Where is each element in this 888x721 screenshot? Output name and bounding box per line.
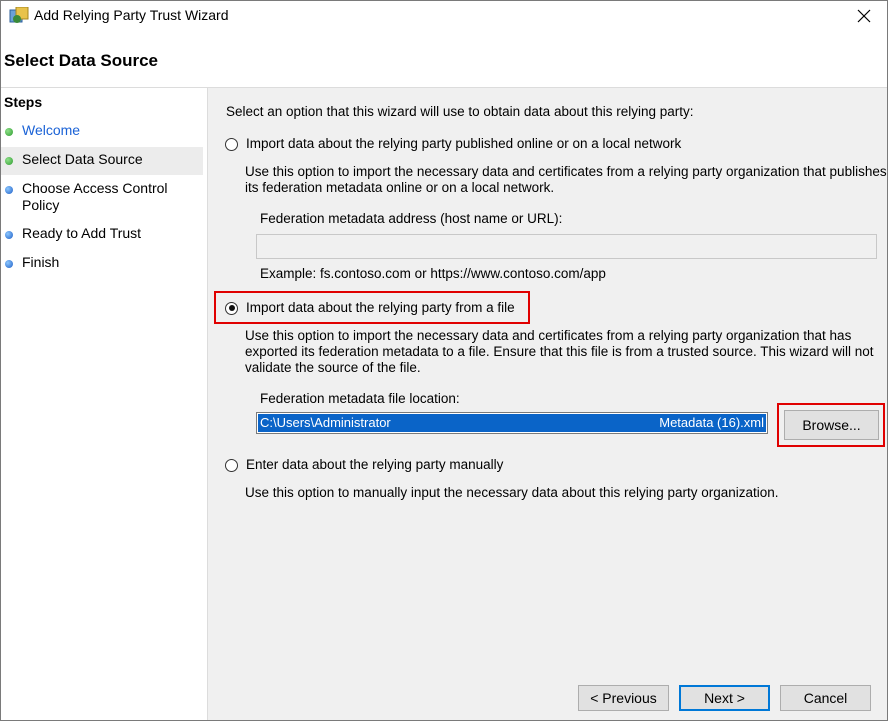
page-title: Select Data Source (4, 51, 159, 70)
file-location-value-end: Metadata (16).xml (659, 415, 764, 430)
option-online-description-2: its federation metadata online or on a l… (245, 180, 555, 195)
option-file-description-2: exported its federation metadata to a fi… (245, 344, 874, 359)
wizard-header: Select Data Source (1, 31, 887, 88)
intro-text: Select an option that this wizard will u… (226, 104, 694, 119)
step-label: Ready to Add Trust (22, 225, 142, 241)
wizard-window: Add Relying Party Trust Wizard Select Da… (0, 0, 888, 721)
option-file-description-1: Use this option to import the necessary … (245, 328, 852, 343)
previous-button[interactable]: < Previous (578, 685, 669, 711)
step-complete-icon (5, 157, 13, 165)
option-file-radio-row[interactable]: Import data about the relying party from… (225, 300, 515, 317)
cancel-button[interactable]: Cancel (780, 685, 871, 711)
metadata-address-example: Example: fs.contoso.com or https://www.c… (260, 266, 606, 281)
step-choose-access-control-policy: Choose Access Control Policy (1, 180, 171, 214)
file-location-value-start: C:\Users\Administrator (260, 415, 391, 430)
close-button[interactable] (841, 1, 887, 31)
browse-button[interactable]: Browse... (784, 410, 879, 440)
title-bar: Add Relying Party Trust Wizard (1, 1, 887, 31)
option-manual-label: Enter data about the relying party manua… (246, 457, 504, 472)
option-online-label: Import data about the relying party publ… (246, 136, 682, 151)
option-online-description-1: Use this option to import the necessary … (245, 164, 887, 179)
next-button[interactable]: Next > (679, 685, 770, 711)
wizard-app-icon (9, 6, 29, 25)
option-manual-description: Use this option to manually input the ne… (245, 485, 779, 500)
steps-pane: Steps Welcome Select Data Source Choose … (1, 88, 208, 720)
option-manual-radio-row[interactable]: Enter data about the relying party manua… (225, 457, 503, 474)
option-file-label: Import data about the relying party from… (246, 300, 515, 315)
file-location-label: Federation metadata file location: (260, 391, 460, 406)
step-welcome[interactable]: Welcome (1, 122, 203, 139)
metadata-address-input[interactable] (256, 234, 877, 259)
step-ready-to-add-trust: Ready to Add Trust (1, 225, 203, 242)
step-pending-icon (5, 231, 13, 239)
step-pending-icon (5, 186, 13, 194)
step-label: Select Data Source (22, 151, 143, 167)
step-pending-icon (5, 260, 13, 268)
option-online-radio[interactable] (225, 137, 238, 151)
step-label: Finish (22, 254, 60, 270)
file-location-input[interactable]: C:\Users\Administrator Metadata (16).xml (256, 412, 768, 434)
option-manual-radio[interactable] (225, 458, 238, 472)
option-file-description-3: validate the source of the file. (245, 360, 421, 375)
step-finish: Finish (1, 254, 203, 271)
step-label: Welcome (22, 122, 81, 138)
metadata-address-label: Federation metadata address (host name o… (260, 211, 563, 226)
step-label: Choose Access Control Policy (22, 180, 168, 213)
step-complete-icon (5, 128, 13, 136)
step-select-data-source: Select Data Source (1, 147, 203, 175)
option-online-radio-row[interactable]: Import data about the relying party publ… (225, 136, 681, 153)
option-file-radio[interactable] (225, 301, 238, 315)
window-title: Add Relying Party Trust Wizard (34, 7, 229, 23)
main-pane: Select an option that this wizard will u… (208, 88, 887, 720)
steps-title: Steps (4, 94, 43, 110)
file-location-selection: C:\Users\Administrator Metadata (16).xml (258, 414, 766, 432)
close-icon (857, 9, 871, 23)
